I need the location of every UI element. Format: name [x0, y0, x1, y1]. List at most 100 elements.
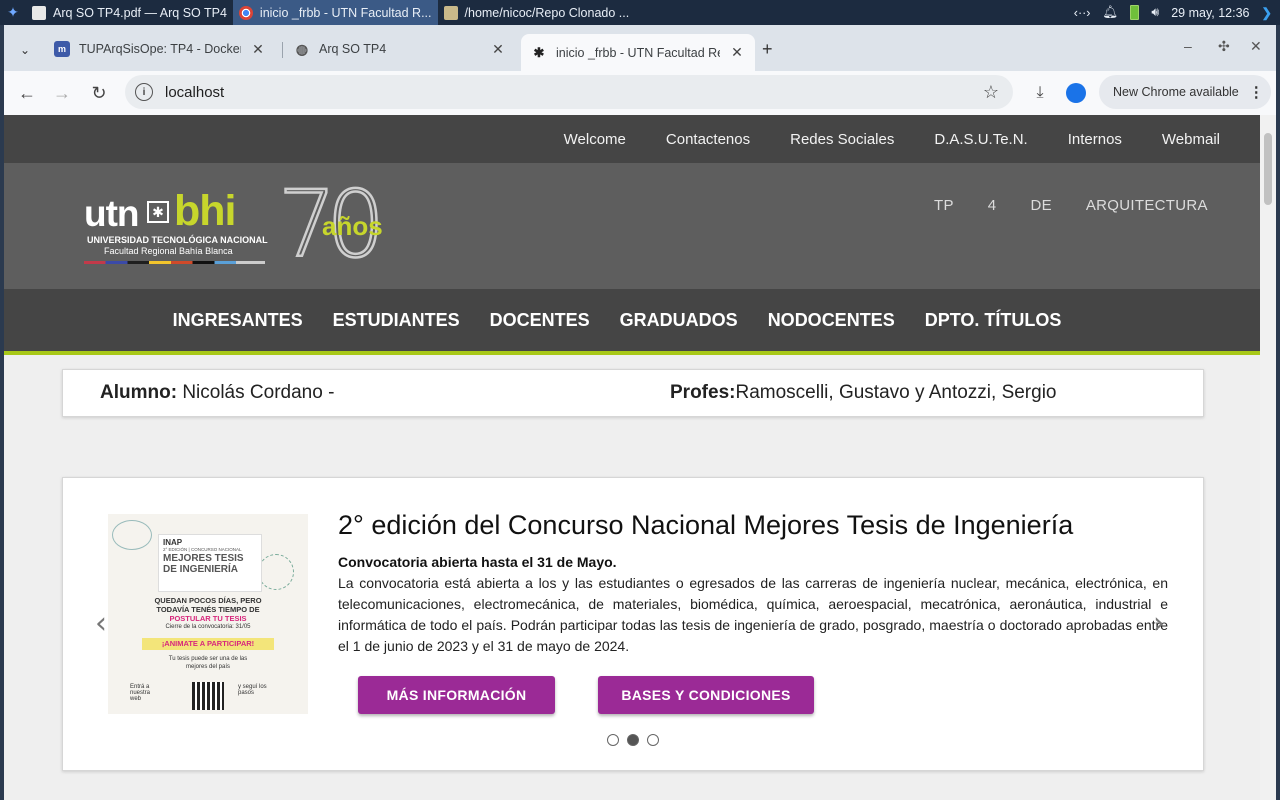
alumno-label: Alumno: — [100, 382, 178, 403]
main-nav: INGRESANTES ESTUDIANTES DOCENTES GRADUAD… — [4, 289, 1260, 355]
carousel-next-arrow-icon[interactable]: › — [1153, 606, 1165, 641]
header-word: TP — [934, 197, 954, 214]
clock[interactable]: 29 may, 12:36 — [1171, 6, 1249, 20]
taskbar-task-chrome[interactable]: inicio _frbb - UTN Facultad R... — [232, 0, 438, 25]
logo-utn-text: utn — [84, 193, 140, 234]
start-menu-icon[interactable]: ✦ — [0, 0, 26, 25]
scrollbar-thumb[interactable] — [1264, 133, 1272, 205]
site-info-icon[interactable]: i — [135, 83, 153, 101]
close-icon[interactable]: ✕ — [490, 41, 506, 58]
top-nav-contactenos[interactable]: Contactenos — [666, 131, 750, 148]
reload-icon[interactable]: ↻ — [81, 75, 117, 111]
logo-anos-text: años — [322, 211, 383, 241]
volume-icon[interactable]: 🔊︎ — [1151, 5, 1159, 20]
poster-small-line: mejores del país — [185, 664, 231, 670]
top-nav-welcome[interactable]: Welcome — [564, 131, 626, 148]
moodle-favicon-icon: m — [54, 41, 70, 57]
taskbar-task-files[interactable]: /home/nicoc/Repo Clonado ... — [438, 0, 636, 25]
news-title[interactable]: 2° edición del Concurso Nacional Mejores… — [338, 510, 1073, 541]
close-icon[interactable]: ✕ — [729, 44, 745, 61]
main-nav-graduados[interactable]: GRADUADOS — [620, 310, 738, 331]
header-word: ARQUITECTURA — [1085, 197, 1208, 214]
poster-headline: MEJORES TESIS — [163, 553, 244, 564]
carousel-dot[interactable] — [647, 734, 659, 746]
bookmark-star-icon[interactable]: ☆ — [983, 82, 999, 103]
folder-icon — [443, 5, 458, 20]
tab-search-chevron-down-icon[interactable]: ⌄ — [14, 39, 36, 61]
taskbar-task-label: inicio _frbb - UTN Facultad R... — [259, 5, 432, 20]
poster-line: POSTULAR TU TESIS — [169, 614, 247, 623]
logo-university-name: UNIVERSIDAD TECNOLÓGICA NACIONAL — [87, 235, 268, 245]
globe-icon: ◍ — [295, 40, 309, 57]
main-nav-dpto-titulos[interactable]: DPTO. TÍTULOS — [925, 310, 1062, 331]
poster-cta: ¡ANIMATE A PARTICIPAR! — [142, 638, 274, 650]
carousel-dot-active[interactable] — [627, 734, 639, 746]
header-title: TP 4 DE ARQUITECTURA — [934, 197, 1208, 214]
student-info-bar: Alumno: Nicolás Cordano - Profes:Ramosce… — [62, 369, 1204, 417]
new-chrome-available-button[interactable]: New Chrome available ⋮ — [1099, 75, 1271, 109]
taskbar-task-label: Arq SO TP4.pdf — Arq SO TP4 — [53, 5, 227, 20]
logo-color-strip — [84, 261, 265, 264]
logo-bhi-text: bhi — [174, 187, 236, 235]
poster-small: Tu tesis puede ser una de las mejores de… — [108, 655, 308, 671]
close-icon[interactable]: ✕ — [250, 41, 266, 58]
profes-value: Ramoscelli, Gustavo y Antozzi, Sergio — [735, 382, 1057, 403]
page-viewport: Welcome Contactenos Redes Sociales D.A.S… — [4, 115, 1260, 800]
poster-close-date: Cierre de la convocatoria: 31/05 — [165, 624, 251, 630]
main-nav-ingresantes[interactable]: INGRESANTES — [173, 310, 303, 331]
main-nav-docentes[interactable]: DOCENTES — [490, 310, 590, 331]
main-nav-nodocentes[interactable]: NODOCENTES — [768, 310, 895, 331]
poster-headline: DE INGENIERÍA — [163, 564, 239, 575]
qr-code-icon — [192, 682, 224, 710]
poster-line: TODAVÍA TENÉS TIEMPO DE — [156, 605, 260, 614]
document-icon — [32, 5, 46, 20]
vscode-icon[interactable]: ❯ — [1262, 5, 1272, 20]
browser-toolbar: ← → ↻ i localhost ☆ ⤓ New Chrome availab… — [4, 71, 1276, 115]
url-text[interactable]: localhost — [165, 84, 224, 101]
mas-informacion-button[interactable]: MÁS INFORMACIÓN — [358, 676, 555, 714]
more-menu-icon[interactable]: ⋮ — [1249, 83, 1264, 101]
top-nav-webmail[interactable]: Webmail — [1162, 131, 1220, 148]
header-word: DE — [1030, 197, 1052, 214]
bell-icon[interactable]: 🔔︎ — [1102, 5, 1118, 20]
taskbar-task-pdf[interactable]: Arq SO TP4.pdf — Arq SO TP4 — [26, 0, 233, 25]
logo-faculty-name: Facultad Regional Bahía Blanca — [104, 246, 233, 256]
new-tab-button[interactable]: + — [762, 39, 773, 60]
network-icon[interactable]: ‹··› — [1074, 6, 1091, 20]
profes-field: Profes:Ramoscelli, Gustavo y Antozzi, Se… — [670, 382, 1057, 404]
carousel-dot[interactable] — [607, 734, 619, 746]
site-header: utn ✱ bhi UNIVERSIDAD TECNOLÓGICA NACION… — [4, 163, 1260, 289]
news-body: La convocatoria está abierta a los y las… — [338, 575, 1168, 654]
carousel-prev-arrow-icon[interactable]: ‹ — [95, 606, 107, 641]
alumno-field: Alumno: Nicolás Cordano - — [100, 382, 334, 404]
close-window-icon[interactable]: ✕ — [1250, 38, 1262, 55]
poster-foot: Entrá a nuestra web — [130, 684, 151, 702]
maximize-icon[interactable]: ✣ — [1218, 38, 1230, 55]
download-icon[interactable]: ⤓ — [1022, 75, 1058, 111]
back-arrow-icon[interactable]: ← — [9, 75, 45, 111]
taskbar-task-label: /home/nicoc/Repo Clonado ... — [464, 5, 630, 20]
poster-foot: y seguí los pasos — [238, 684, 267, 696]
news-poster-image[interactable]: INAP 2° EDICIÓN | CONCURSO NACIONAL MEJO… — [108, 514, 308, 714]
top-nav-internos[interactable]: Internos — [1068, 131, 1122, 148]
forward-arrow-icon[interactable]: → — [44, 75, 80, 111]
poster-message: QUEDAN POCOS DÍAS, PERO TODAVÍA TENÉS TI… — [108, 596, 308, 632]
main-nav-estudiantes[interactable]: ESTUDIANTES — [333, 310, 460, 331]
top-nav-redes-sociales[interactable]: Redes Sociales — [790, 131, 894, 148]
header-word: 4 — [987, 197, 997, 214]
top-nav-dasuten[interactable]: D.A.S.U.Te.N. — [934, 131, 1027, 148]
tab-moodle[interactable]: m TUPArqSisOpe: TP4 - Docker - ✕ — [44, 34, 276, 64]
bases-y-condiciones-button[interactable]: BASES Y CONDICIONES — [598, 676, 814, 714]
alumno-value: Nicolás Cordano - — [177, 382, 335, 403]
battery-icon[interactable] — [1130, 5, 1140, 20]
page-scrollbar[interactable] — [1260, 115, 1276, 800]
poster-doodle — [258, 554, 294, 590]
profile-avatar-icon[interactable] — [1058, 75, 1094, 111]
tab-inicio-frbb[interactable]: ✱ inicio _frbb - UTN Facultad Re ✕ — [521, 34, 755, 71]
tab-arq-so[interactable]: ◍ Arq SO TP4 ✕ — [284, 34, 516, 64]
minimize-icon[interactable]: – — [1184, 38, 1192, 54]
address-bar[interactable]: i localhost ☆ — [125, 75, 1013, 109]
browser-window: ⌄ m TUPArqSisOpe: TP4 - Docker - ✕ ◍ Arq… — [4, 25, 1276, 800]
tab-strip: ⌄ m TUPArqSisOpe: TP4 - Docker - ✕ ◍ Arq… — [4, 25, 1276, 71]
news-carousel: INAP 2° EDICIÓN | CONCURSO NACIONAL MEJO… — [62, 477, 1204, 771]
